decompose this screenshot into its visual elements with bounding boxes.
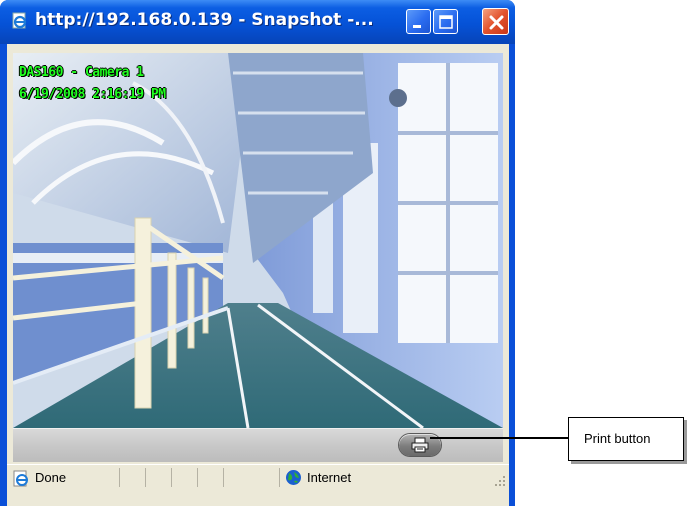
camera-name-overlay: DAS160 - Camera 1: [19, 65, 144, 80]
resize-grip-icon[interactable]: [494, 475, 506, 487]
status-divider: [279, 468, 280, 487]
status-bar: Done Internet: [7, 464, 509, 490]
close-button[interactable]: [482, 8, 509, 35]
title-bar[interactable]: http://192.168.0.139 - Snapshot -...: [0, 0, 515, 44]
status-divider: [119, 468, 120, 487]
print-button-callout: Print button: [568, 417, 684, 461]
window-title: http://192.168.0.139 - Snapshot -...: [35, 10, 374, 30]
camera-snapshot-image: DAS160 - Camera 1 6/19/2008 2:16:19 PM: [13, 53, 503, 428]
close-icon: [489, 15, 504, 30]
timestamp-overlay: 6/19/2008 2:16:19 PM: [19, 87, 166, 102]
browser-window: http://192.168.0.139 - Snapshot -... DAS…: [0, 0, 515, 506]
corridor-scene: [13, 53, 503, 428]
snapshot-toolbar: [13, 428, 503, 462]
callout-leader-line: [430, 437, 568, 439]
minimize-icon: [413, 25, 421, 28]
status-text: Done: [35, 470, 67, 485]
ie-page-icon: [12, 12, 27, 29]
status-divider: [223, 468, 224, 487]
ie-page-icon: [13, 470, 28, 487]
printer-icon: [411, 437, 429, 453]
maximize-button[interactable]: [433, 9, 458, 34]
maximize-icon: [439, 15, 453, 29]
status-divider: [197, 468, 198, 487]
globe-icon: [286, 470, 301, 485]
security-zone-label: Internet: [307, 470, 352, 485]
status-divider: [171, 468, 172, 487]
status-divider: [145, 468, 146, 487]
callout-label: Print button: [584, 431, 651, 446]
minimize-button[interactable]: [406, 9, 431, 34]
